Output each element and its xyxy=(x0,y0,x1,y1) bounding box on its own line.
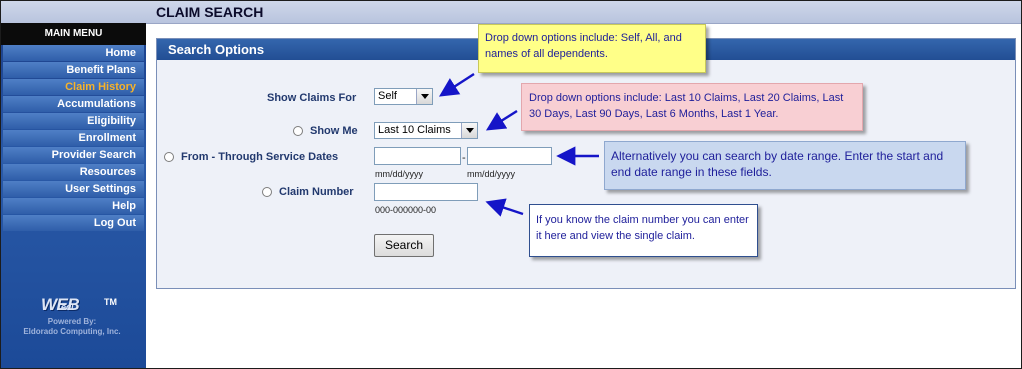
sidebar: MAIN MENU Home Benefit Plans Claim Histo… xyxy=(1,23,146,368)
claim-number-input[interactable] xyxy=(374,183,478,201)
sidebar-item-accumulations[interactable]: Accumulations xyxy=(3,96,144,112)
claim-number-label: Claim Number xyxy=(279,186,354,198)
screenshot-frame: CLAIM SEARCH MAIN MENU Home Benefit Plan… xyxy=(0,0,1022,369)
sidebar-item-provider-search[interactable]: Provider Search xyxy=(3,147,144,163)
sidebar-item-help[interactable]: Help xyxy=(3,198,144,214)
sidebar-item-enrollment[interactable]: Enrollment xyxy=(3,130,144,146)
callout-date-range: Alternatively you can search by date ran… xyxy=(604,141,966,190)
show-me-select[interactable]: Last 10 Claims xyxy=(374,122,478,139)
show-me-label: Show Me xyxy=(310,125,358,137)
through-date-hint: mm/dd/yyyy xyxy=(467,169,516,179)
through-date-input[interactable] xyxy=(467,147,552,165)
sidebar-item-user-settings[interactable]: User Settings xyxy=(3,181,144,197)
main-menu: Home Benefit Plans Claim History Accumul… xyxy=(3,45,144,232)
sidebar-item-log-out[interactable]: Log Out xyxy=(3,215,144,231)
show-me-radio[interactable] xyxy=(293,126,303,136)
chevron-down-icon xyxy=(461,123,477,138)
date-range-radio[interactable] xyxy=(164,152,174,162)
powered-by: Powered By: Eldorado Computing, Inc. xyxy=(16,317,128,337)
date-separator: - xyxy=(462,152,466,164)
sidebar-item-claim-history[interactable]: Claim History xyxy=(3,79,144,95)
chevron-down-icon xyxy=(416,89,432,104)
page-title: CLAIM SEARCH xyxy=(156,4,264,20)
logo-sub: ecl xyxy=(61,302,74,312)
top-banner: CLAIM SEARCH xyxy=(1,1,1021,24)
powered-by-label: Powered By: xyxy=(47,317,97,326)
sidebar-item-resources[interactable]: Resources xyxy=(3,164,144,180)
from-date-input[interactable] xyxy=(374,147,461,165)
callout-claim-number: If you know the claim number you can ent… xyxy=(529,204,758,257)
callout-show-me: Drop down options include: Last 10 Claim… xyxy=(521,83,863,131)
from-date-hint: mm/dd/yyyy xyxy=(375,169,424,179)
show-claims-for-label: Show Claims For xyxy=(267,92,357,104)
claim-number-radio[interactable] xyxy=(262,187,272,197)
sidebar-item-eligibility[interactable]: Eligibility xyxy=(3,113,144,129)
show-claims-for-value: Self xyxy=(378,90,397,102)
search-button[interactable]: Search xyxy=(374,234,434,257)
show-claims-for-select[interactable]: Self xyxy=(374,88,433,105)
claim-number-hint: 000-000000-00 xyxy=(375,205,437,215)
powered-by-company: Eldorado Computing, Inc. xyxy=(23,327,121,336)
logo-trademark: TM xyxy=(104,297,117,307)
webecl-logo: WEB ecl TM Powered By: Eldorado Computin… xyxy=(16,291,141,341)
menu-header: MAIN MENU xyxy=(1,23,146,45)
date-range-label: From - Through Service Dates xyxy=(181,151,339,163)
sidebar-item-benefit-plans[interactable]: Benefit Plans xyxy=(3,62,144,78)
show-me-value: Last 10 Claims xyxy=(378,124,451,136)
callout-show-claims-for: Drop down options include: Self, All, an… xyxy=(478,24,706,73)
sidebar-item-home[interactable]: Home xyxy=(3,45,144,61)
